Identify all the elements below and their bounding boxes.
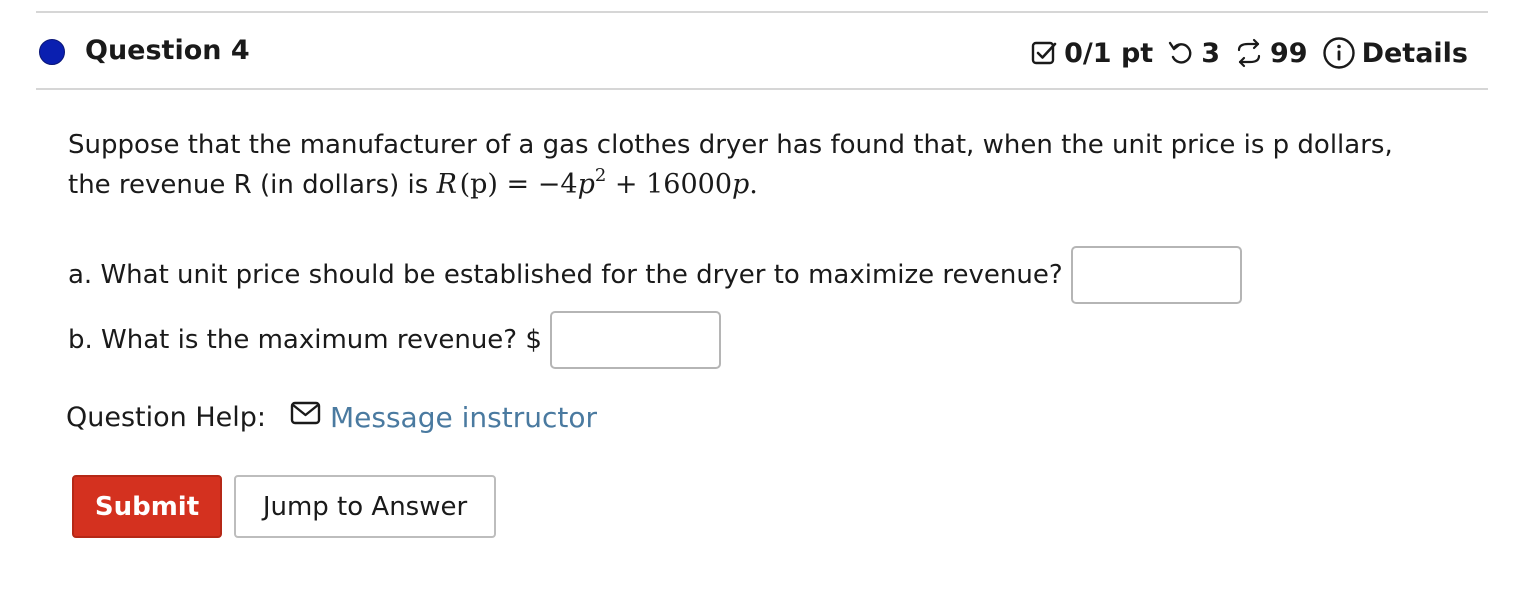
question-help-label: Question Help: — [66, 402, 266, 433]
undo-icon — [1167, 39, 1195, 67]
retry-arrows-icon — [1234, 38, 1264, 68]
formula-exponent: 2 — [594, 165, 607, 186]
prompt-line-1: Suppose that the manufacturer of a gas c… — [68, 130, 1393, 160]
info-icon[interactable] — [1322, 36, 1356, 70]
submit-button[interactable]: Submit — [72, 475, 222, 538]
question-status-dot — [39, 39, 65, 65]
question-meta-bar: 0/1 pt 3 99 Details — [1030, 33, 1468, 73]
question-prompt: Suppose that the manufacturer of a gas c… — [68, 125, 1488, 205]
part-b-label: b. What is the maximum revenue? $ — [68, 325, 542, 355]
formula-p: p — [577, 169, 595, 200]
formula-lhs-var: R — [436, 169, 457, 200]
jump-to-answer-button[interactable]: Jump to Answer — [234, 475, 496, 538]
part-b: b. What is the maximum revenue? $ — [68, 311, 721, 369]
score-check-icon — [1030, 39, 1058, 67]
part-b-answer-input[interactable] — [549, 311, 721, 369]
top-divider — [36, 11, 1488, 13]
formula-lhs-arg: (p) — [459, 169, 498, 200]
details-link[interactable]: Details — [1362, 38, 1468, 69]
prompt-line-2-text: the revenue R (in dollars) is — [68, 170, 429, 200]
part-a: a. What unit price should be established… — [68, 246, 1242, 304]
attempts-count: 3 — [1201, 37, 1220, 69]
message-instructor-link[interactable]: Message instructor — [330, 399, 597, 437]
formula-end: . — [749, 169, 758, 200]
formula-eq: = −4 — [497, 169, 578, 200]
revenue-formula: R (p) = −4p2 + 16000p. — [436, 167, 758, 201]
header-divider — [36, 88, 1488, 90]
formula-rest: + 16000 — [606, 169, 732, 200]
part-a-answer-input[interactable] — [1070, 246, 1242, 304]
score-text: 0/1 pt — [1064, 37, 1154, 69]
retries-count: 99 — [1269, 37, 1308, 69]
part-a-label: a. What unit price should be established… — [68, 260, 1063, 290]
prompt-line-2: the revenue R (in dollars) is R (p) = −4… — [68, 165, 1488, 205]
mail-icon[interactable] — [290, 399, 322, 437]
question-help: Question Help: Message instructor — [66, 399, 597, 437]
formula-p2: p — [732, 169, 750, 200]
question-title: Question 4 — [85, 35, 250, 66]
